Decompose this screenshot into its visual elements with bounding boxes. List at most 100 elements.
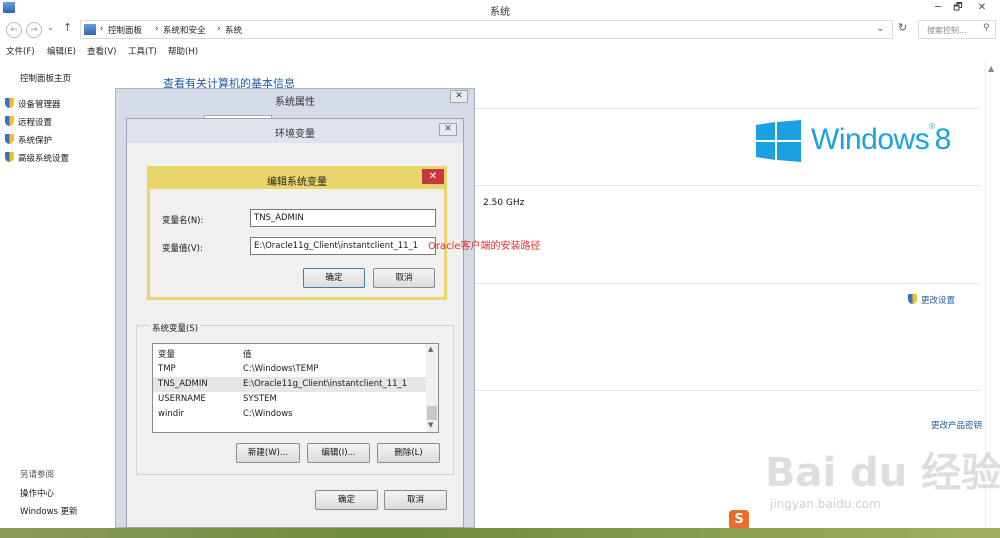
variable-name: TMP [158,364,176,374]
shield-icon [5,116,14,126]
window-titlebar: 系统 ─ 🗗 ✕ [0,0,1000,18]
divider [470,390,980,391]
windows-update-link[interactable]: Windows 更新 [20,505,78,517]
menu-edit[interactable]: 编辑(E) [47,45,76,57]
crumb-separator-icon: › [100,24,104,34]
variable-name: TNS_ADMIN [158,379,208,389]
edit-variable-button[interactable]: 编辑(I)... [307,443,370,463]
table-header: 变量 值 [153,346,426,361]
crumb-control-panel[interactable]: 控制面板 [108,24,142,36]
variable-value: C:\Windows\TEMP [243,364,319,374]
close-icon[interactable]: ✕ [450,90,468,103]
search-input[interactable]: 搜索控制... ⚲ [918,20,996,39]
menu-bar: 文件(F) 编辑(E) 查看(V) 工具(T) 帮助(H) [0,42,1000,60]
shield-icon [5,98,14,108]
crumb-separator-icon: › [155,24,159,34]
up-icon[interactable]: ↑ [63,21,72,34]
window-title: 系统 [490,7,510,18]
column-header-value[interactable]: 值 [243,348,252,360]
variable-value: SYSTEM [243,394,277,404]
taskbar [0,528,1000,538]
close-icon[interactable]: ✕ [439,123,457,136]
remote-settings-label: 远程设置 [18,118,53,128]
menu-view[interactable]: 查看(V) [87,45,116,57]
address-bar: ← → ⌄ ↑ › 控制面板 › 系统和安全 › 系统 ⌄ ↻ 搜索控制... … [0,18,1000,42]
scroll-up-icon[interactable]: ▲ [428,345,433,353]
env-ok-button[interactable]: 确定 [315,490,378,510]
windows-logo-number: 8 [934,123,952,156]
variable-name: windir [158,409,184,419]
edit-cancel-button[interactable]: 取消 [373,268,435,288]
system-variables-label: 系统变量(S) [150,322,201,334]
change-product-key-link[interactable]: 更改产品密钥 [931,419,982,431]
scroll-thumb[interactable] [427,406,437,420]
dialog-title: 环境变量 [275,129,315,140]
close-button[interactable]: ✕ [974,1,990,15]
crumb-system[interactable]: 系统 [225,24,242,36]
new-variable-button[interactable]: 新建(W)... [236,443,300,463]
menu-tools[interactable]: 工具(T) [128,45,157,57]
variable-value: C:\Windows [243,409,293,419]
scroll-down-icon[interactable]: ▼ [428,421,433,429]
remote-settings-link[interactable]: 远程设置 [5,116,52,128]
change-settings-link[interactable]: 更改设置 [908,294,955,306]
system-protection-link[interactable]: 系统保护 [5,134,52,146]
device-manager-label: 设备管理器 [18,100,61,110]
control-panel-home-link[interactable]: 控制面板主页 [20,72,71,84]
variable-name-label: 变量名(N): [162,216,204,226]
variable-name-field[interactable]: TNS_ADMIN [250,209,436,227]
device-manager-link[interactable]: 设备管理器 [5,98,61,110]
windows-8-logo-text: Windows®8 [811,122,951,157]
baidu-watermark: Bai du 经验 [765,450,1000,496]
table-row[interactable]: TMP C:\Windows\TEMP [153,362,426,377]
crumb-system-security[interactable]: 系统和安全 [163,24,206,36]
action-center-link[interactable]: 操作中心 [20,487,54,499]
change-settings-label: 更改设置 [921,296,956,306]
back-icon[interactable]: ← [6,22,22,38]
variable-value-label: 变量值(V): [162,244,203,254]
windows-logo-word: Windows [811,123,930,156]
variable-value: E:\Oracle11g_Client\instantclient_11_1 [243,379,408,389]
edit-ok-button[interactable]: 确定 [303,268,365,288]
system-variables-table[interactable]: 变量 值 TMP C:\Windows\TEMP TNS_ADMIN E:\Or… [152,343,439,433]
restore-button[interactable]: 🗗 [950,1,966,15]
system-protection-label: 系统保护 [18,136,53,146]
menu-file[interactable]: 文件(F) [6,45,35,57]
advanced-settings-label: 高级系统设置 [18,154,70,164]
shield-icon [5,134,14,144]
table-row[interactable]: windir C:\Windows [153,407,426,422]
forward-icon[interactable]: → [26,22,42,38]
delete-variable-button[interactable]: 删除(L) [377,443,440,463]
dialog-title: 编辑系统变量 [267,177,327,188]
search-icon[interactable]: ⚲ [983,23,990,33]
left-pane: 控制面板主页 设备管理器 远程设置 系统保护 高级系统设置 另请参阅 操作中心 … [0,60,115,538]
search-placeholder: 搜索控制... [927,26,967,35]
cpu-frequency: 2.50 GHz [483,198,525,208]
divider [470,108,980,109]
recent-pages-icon[interactable]: ⌄ [47,23,54,32]
variable-value-field[interactable]: E:\Oracle11g_Client\instantclient_11_1 [250,237,436,255]
table-row-selected[interactable]: TNS_ADMIN E:\Oracle11g_Client\instantcli… [153,377,426,392]
divider [470,283,980,284]
close-icon[interactable]: ✕ [422,169,444,184]
variable-name: USERNAME [158,394,206,404]
edit-system-variable-dialog: 编辑系统变量 ✕ 变量名(N): TNS_ADMIN 变量值(V): E:\Or… [147,166,447,300]
dropdown-icon[interactable]: ⌄ [876,23,884,34]
breadcrumb[interactable]: › 控制面板 › 系统和安全 › 系统 ⌄ [80,20,893,39]
env-cancel-button[interactable]: 取消 [384,490,447,510]
shield-icon [5,152,14,162]
dialog-title: 系统属性 [275,97,315,108]
sogou-ime-icon[interactable]: S [729,510,749,530]
refresh-icon[interactable]: ↻ [898,21,907,34]
column-header-variable[interactable]: 变量 [158,348,175,360]
minimize-button[interactable]: ─ [930,1,946,15]
windows-logo-icon [756,120,801,162]
divider [470,185,980,186]
annotation-text: Oracle客户端的安装路径 [428,241,541,252]
table-scrollbar[interactable]: ▲ ▼ [426,344,438,432]
watermark-url: jingyan.baidu.com [770,497,881,511]
scroll-up-icon[interactable]: ▲ [988,64,994,73]
menu-help[interactable]: 帮助(H) [168,45,198,57]
table-row[interactable]: USERNAME SYSTEM [153,392,426,407]
advanced-settings-link[interactable]: 高级系统设置 [5,152,69,164]
